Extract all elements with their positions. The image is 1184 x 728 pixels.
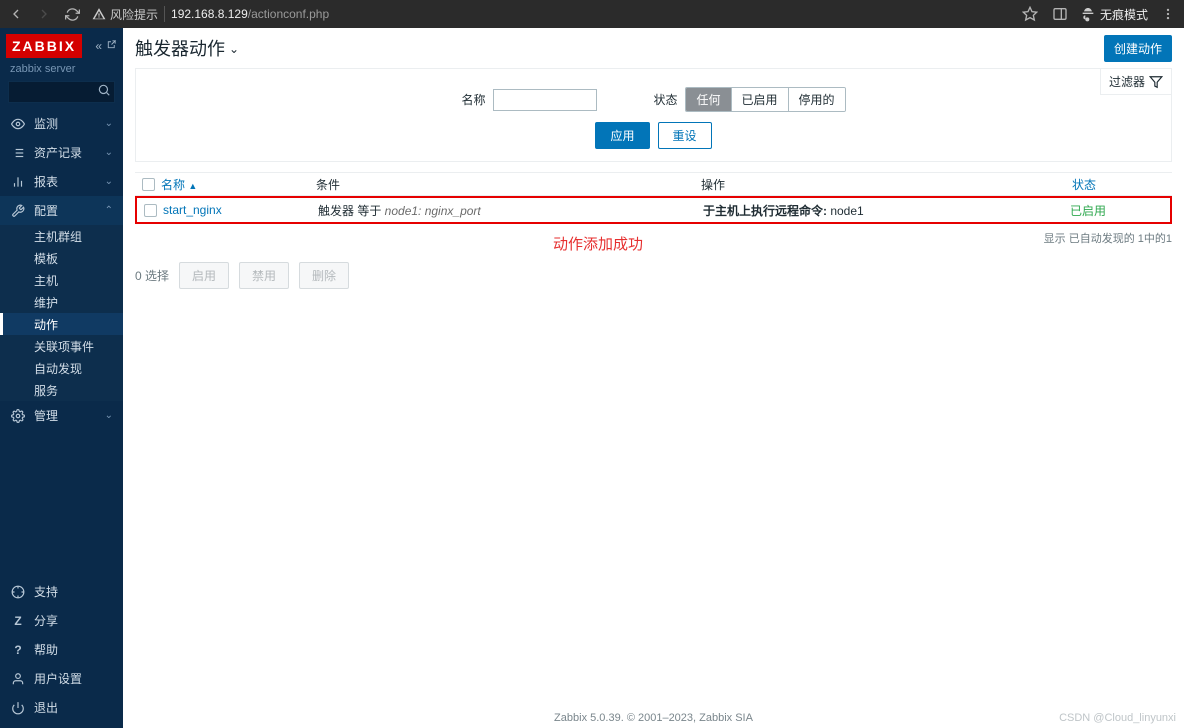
filter-icon: [1149, 75, 1163, 89]
zabbix-logo[interactable]: ZABBIX: [6, 34, 82, 58]
main-content: 触发器动作 ⌄ 创建动作 过滤器 名称 状态 任何 已启用 停用的: [123, 28, 1184, 728]
col-name[interactable]: 名称 ▲: [161, 176, 316, 193]
sub-host-groups[interactable]: 主机群组: [0, 225, 123, 247]
nav-help[interactable]: ?帮助: [0, 635, 123, 664]
sidebar-item-inventory[interactable]: 资产记录 ⌄: [0, 138, 123, 167]
filter-panel: 过滤器 名称 状态 任何 已启用 停用的 应用 重设: [135, 68, 1172, 162]
chevron-down-icon: ⌄: [105, 118, 113, 129]
star-icon[interactable]: [1020, 4, 1040, 24]
sidebar-label: 资产记录: [34, 144, 82, 161]
kebab-menu-icon[interactable]: [1158, 4, 1178, 24]
page-header: 触发器动作 ⌄ 创建动作: [123, 28, 1184, 68]
warn-label: 风险提示: [110, 6, 158, 23]
chart-icon: [10, 175, 26, 189]
seg-any[interactable]: 任何: [686, 88, 731, 111]
sidebar-item-monitor[interactable]: 监测 ⌄: [0, 109, 123, 138]
create-action-button[interactable]: 创建动作: [1104, 35, 1172, 62]
power-icon: [10, 701, 26, 715]
sidebar-label: 监测: [34, 115, 58, 132]
search-icon[interactable]: [97, 83, 111, 97]
user-icon: [10, 672, 26, 686]
col-op: 操作: [701, 176, 1072, 193]
footer: Zabbix 5.0.39. © 2001–2023, Zabbix SIA: [123, 704, 1184, 728]
nav-forward-icon: [34, 4, 54, 24]
bulk-enable-button: 启用: [179, 262, 229, 289]
config-submenu: 主机群组 模板 主机 维护 动作 关联项事件 自动发现 服务: [0, 225, 123, 401]
browser-toolbar: 风险提示 192.168.8.129/actionconf.php 无痕模式: [0, 0, 1184, 28]
filter-name-input[interactable]: [493, 89, 597, 111]
nav-user-settings[interactable]: 用户设置: [0, 664, 123, 693]
row-condition: 触发器 等于 node1: nginx_port: [318, 202, 703, 219]
sidebar-item-admin[interactable]: 管理 ⌄: [0, 401, 123, 430]
sidebar-search[interactable]: [8, 81, 115, 103]
table-header-row: 名称 ▲ 条件 操作 状态: [135, 172, 1172, 196]
apply-button[interactable]: 应用: [595, 122, 649, 149]
sub-maintenance[interactable]: 维护: [0, 291, 123, 313]
sidebar-label: 报表: [34, 173, 58, 190]
selection-count: 0 选择: [135, 267, 169, 284]
seg-enabled[interactable]: 已启用: [732, 88, 789, 111]
bulk-disable-button: 禁用: [239, 262, 289, 289]
collapse-icon[interactable]: «: [95, 39, 102, 53]
sidebar: ZABBIX « zabbix server 监测 ⌄ 资产记录 ⌄ 报表 ⌄ 配置 ⌃…: [0, 28, 123, 728]
chevron-up-icon: ⌃: [105, 205, 113, 216]
nav-support[interactable]: 支持: [0, 577, 123, 606]
panel-icon[interactable]: [1050, 4, 1070, 24]
bulk-actions: 0 选择 启用 禁用 删除: [135, 262, 1172, 289]
sub-services[interactable]: 服务: [0, 379, 123, 401]
nav-logout[interactable]: 退出: [0, 693, 123, 722]
page-title[interactable]: 触发器动作 ⌄: [135, 35, 239, 61]
col-status[interactable]: 状态: [1072, 176, 1172, 193]
wrench-icon: [10, 204, 26, 218]
insecure-warning[interactable]: 风险提示: [92, 6, 158, 23]
reset-button[interactable]: 重设: [658, 122, 712, 149]
filter-toggle[interactable]: 过滤器: [1100, 69, 1171, 95]
sub-discovery[interactable]: 自动发现: [0, 357, 123, 379]
help-icon: ?: [10, 643, 26, 657]
chevron-down-icon: ⌄: [229, 42, 239, 56]
table-row: start_nginx 触发器 等于 node1: nginx_port 于主机…: [135, 196, 1172, 224]
sub-actions[interactable]: 动作: [0, 313, 123, 335]
sub-correlation[interactable]: 关联项事件: [0, 335, 123, 357]
row-count: 显示 已自动发现的 1中的1: [135, 230, 1172, 246]
gear-icon: [10, 409, 26, 423]
select-all-checkbox[interactable]: [142, 178, 155, 191]
chevron-down-icon: ⌄: [105, 410, 113, 421]
server-label: zabbix server: [0, 63, 123, 79]
nav-back-icon[interactable]: [6, 4, 26, 24]
row-status[interactable]: 已启用: [1070, 204, 1106, 218]
sidebar-item-reports[interactable]: 报表 ⌄: [0, 167, 123, 196]
actions-table: 名称 ▲ 条件 操作 状态 start_nginx 触发器 等于 node1: …: [135, 172, 1172, 224]
chevron-down-icon: ⌄: [105, 176, 113, 187]
action-name-link[interactable]: start_nginx: [163, 203, 222, 217]
filter-label: 过滤器: [1109, 73, 1145, 90]
status-segment: 任何 已启用 停用的: [685, 87, 845, 112]
reload-icon[interactable]: [62, 4, 82, 24]
annotation-text: 动作添加成功: [553, 233, 643, 254]
row-checkbox[interactable]: [144, 204, 157, 217]
address-bar[interactable]: 192.168.8.129/actionconf.php: [171, 7, 329, 21]
popout-icon[interactable]: [106, 39, 117, 53]
share-icon: Z: [10, 614, 26, 628]
seg-disabled[interactable]: 停用的: [789, 88, 845, 111]
sidebar-item-config[interactable]: 配置 ⌃: [0, 196, 123, 225]
eye-icon: [10, 117, 26, 131]
watermark: CSDN @Cloud_linyunxi: [1059, 712, 1176, 724]
col-cond: 条件: [316, 176, 701, 193]
incognito-indicator[interactable]: 无痕模式: [1080, 6, 1148, 23]
list-icon: [10, 146, 26, 160]
sidebar-label: 配置: [34, 202, 58, 219]
sidebar-label: 管理: [34, 407, 58, 424]
sub-templates[interactable]: 模板: [0, 247, 123, 269]
chevron-down-icon: ⌄: [105, 147, 113, 158]
support-icon: [10, 585, 26, 599]
filter-name-label: 名称: [461, 91, 485, 108]
bulk-delete-button: 删除: [299, 262, 349, 289]
row-operation: 于主机上执行远程命令: node1: [703, 202, 1070, 219]
sub-hosts[interactable]: 主机: [0, 269, 123, 291]
filter-status-label: 状态: [653, 91, 677, 108]
nav-share[interactable]: Z分享: [0, 606, 123, 635]
